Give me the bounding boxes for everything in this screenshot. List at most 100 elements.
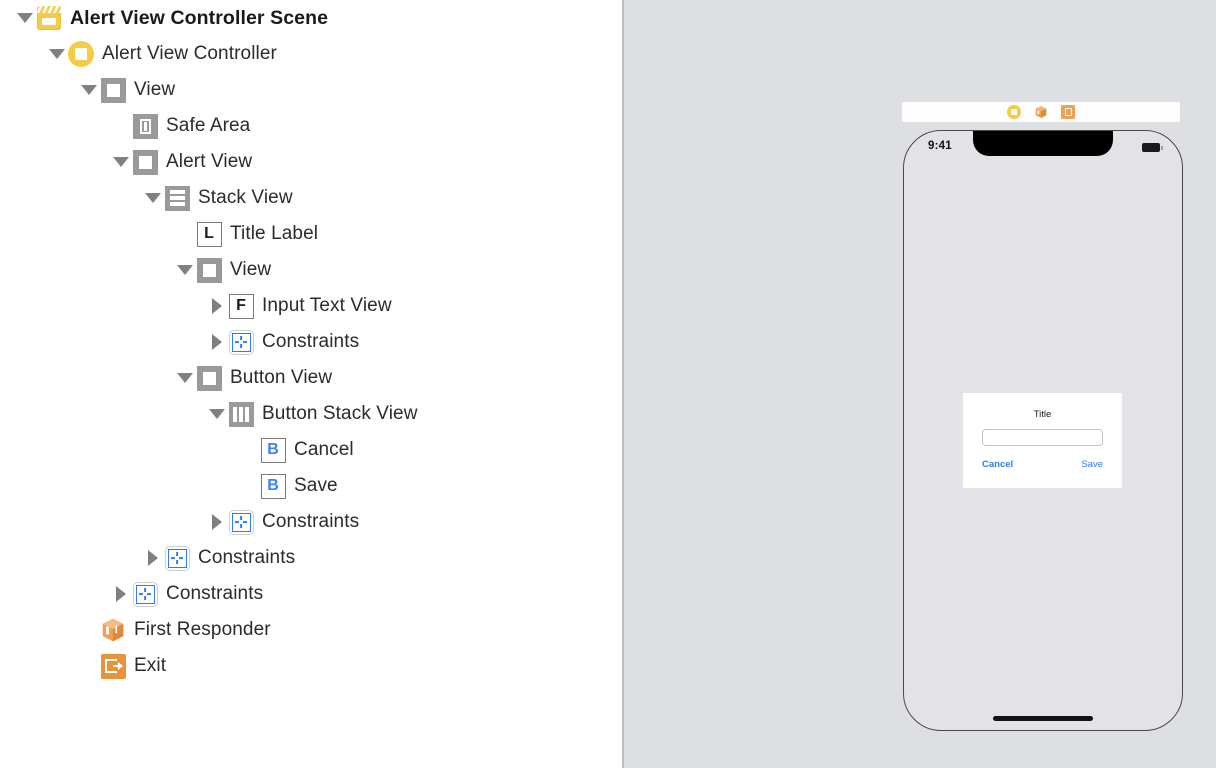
outline-row-label: Input Text View — [262, 295, 392, 316]
outline-row-label: Constraints — [262, 331, 360, 352]
outline-row[interactable]: Stack View — [0, 180, 622, 216]
constraints-icon — [164, 545, 190, 571]
vertical-stack-view-icon — [164, 185, 190, 211]
outline-row[interactable]: Alert View Controller Scene — [0, 0, 622, 36]
constraints-icon — [132, 581, 158, 607]
row-icon — [132, 581, 158, 607]
disclosure-spacer — [110, 108, 132, 144]
disclosure-spacer — [238, 432, 260, 468]
row-icon — [196, 257, 222, 283]
view-icon — [100, 77, 126, 103]
outline-row-label: Alert View — [166, 151, 253, 172]
horizontal-stack-view-icon — [228, 401, 254, 427]
status-bar-time: 9:41 — [928, 140, 952, 152]
outline-row-label: Alert View Controller Scene — [70, 6, 329, 29]
text-field-icon: F — [228, 293, 254, 319]
outline-row[interactable]: L Title Label — [0, 216, 622, 252]
canvas-panel[interactable]: 9:41 Title Cancel Save — [624, 0, 1216, 768]
chevron-down-icon[interactable] — [14, 0, 36, 36]
row-icon: B — [260, 437, 286, 463]
row-icon — [228, 329, 254, 355]
exit-icon — [100, 653, 126, 679]
outline-row-label: Title Label — [230, 223, 319, 244]
outline-row[interactable]: First Responder — [0, 612, 622, 648]
chevron-right-icon[interactable] — [206, 288, 228, 324]
device-notch — [973, 131, 1113, 156]
cancel-button[interactable]: Cancel — [982, 459, 1013, 470]
disclosure-spacer — [174, 216, 196, 252]
outline-row-label: Safe Area — [166, 115, 251, 136]
outline-row[interactable]: Exit — [0, 648, 622, 684]
save-button[interactable]: Save — [1081, 459, 1103, 470]
view-icon — [196, 365, 222, 391]
outline-row[interactable]: Button Stack View — [0, 396, 622, 432]
outline-row[interactable]: View — [0, 252, 622, 288]
row-icon — [100, 77, 126, 103]
outline-row-label: Constraints — [166, 583, 264, 604]
outline-row-label: First Responder — [134, 619, 271, 640]
row-icon: B — [260, 473, 286, 499]
row-icon — [100, 617, 126, 643]
outline-row[interactable]: B Cancel — [0, 432, 622, 468]
outline-row[interactable]: Alert View Controller — [0, 36, 622, 72]
row-icon — [100, 653, 126, 679]
outline-row-label: View — [230, 259, 272, 280]
outline-tree: Alert View Controller Scene Alert View Co… — [0, 0, 622, 684]
chevron-down-icon[interactable] — [46, 36, 68, 72]
chevron-right-icon[interactable] — [206, 324, 228, 360]
disclosure-spacer — [78, 648, 100, 684]
button-icon: B — [260, 473, 286, 499]
xcode-interface-builder: Alert View Controller Scene Alert View Co… — [0, 0, 1216, 768]
chevron-down-icon[interactable] — [110, 144, 132, 180]
button-icon: B — [260, 437, 286, 463]
row-icon: L — [196, 221, 222, 247]
outline-row[interactable]: Alert View — [0, 144, 622, 180]
row-icon — [196, 365, 222, 391]
outline-row-label: Cancel — [294, 439, 354, 460]
alert-view[interactable]: Title Cancel Save — [963, 393, 1122, 488]
outline-row[interactable]: Constraints — [0, 540, 622, 576]
outline-row[interactable]: Constraints — [0, 504, 622, 540]
outline-row[interactable]: Button View — [0, 360, 622, 396]
exit-dock-icon[interactable] — [1061, 105, 1075, 119]
chevron-down-icon[interactable] — [78, 72, 100, 108]
row-icon — [36, 5, 62, 31]
alert-input-text-view[interactable] — [982, 429, 1103, 446]
chevron-right-icon[interactable] — [110, 576, 132, 612]
outline-row[interactable]: Safe Area — [0, 108, 622, 144]
outline-row[interactable]: Constraints — [0, 576, 622, 612]
scene-dock[interactable] — [901, 101, 1181, 123]
disclosure-spacer — [78, 612, 100, 648]
device-preview[interactable]: 9:41 Title Cancel Save — [903, 130, 1183, 731]
row-icon — [68, 41, 94, 67]
alert-title-label: Title — [1033, 409, 1052, 420]
label-icon: L — [196, 221, 222, 247]
chevron-down-icon[interactable] — [174, 252, 196, 288]
outline-row[interactable]: View — [0, 72, 622, 108]
scene-clapperboard-icon — [37, 6, 61, 30]
safe-area-icon — [132, 113, 158, 139]
outline-row-label: Constraints — [198, 547, 296, 568]
home-indicator — [993, 716, 1093, 721]
disclosure-spacer — [238, 468, 260, 504]
chevron-down-icon[interactable] — [206, 396, 228, 432]
outline-row-label: Button Stack View — [262, 403, 418, 424]
row-icon — [164, 185, 190, 211]
outline-row-label: Constraints — [262, 511, 360, 532]
document-outline-panel: Alert View Controller Scene Alert View Co… — [0, 0, 624, 768]
constraints-icon — [228, 509, 254, 535]
outline-row[interactable]: Constraints — [0, 324, 622, 360]
chevron-down-icon[interactable] — [142, 180, 164, 216]
chevron-down-icon[interactable] — [174, 360, 196, 396]
outline-row[interactable]: F Input Text View — [0, 288, 622, 324]
first-responder-dock-icon[interactable] — [1034, 105, 1048, 119]
outline-row[interactable]: B Save — [0, 468, 622, 504]
outline-row-label: Exit — [134, 655, 167, 676]
row-icon — [132, 149, 158, 175]
chevron-right-icon[interactable] — [206, 504, 228, 540]
view-controller-dock-icon[interactable] — [1007, 105, 1021, 119]
row-icon — [132, 113, 158, 139]
alert-button-stack-view: Cancel Save — [982, 459, 1103, 470]
chevron-right-icon[interactable] — [142, 540, 164, 576]
constraints-icon — [228, 329, 254, 355]
